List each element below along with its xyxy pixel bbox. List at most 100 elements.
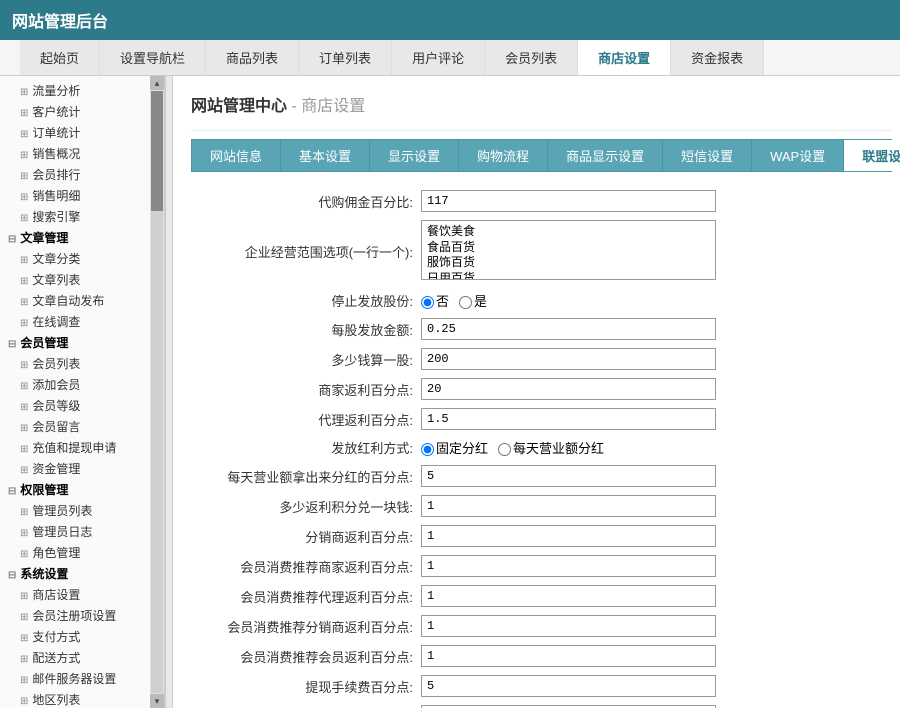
topnav-item-7[interactable]: 资金报表 xyxy=(671,40,764,75)
text-input-10[interactable] xyxy=(421,525,716,547)
form-row-6: 代理返利百分点: xyxy=(191,408,892,430)
tab-5[interactable]: 短信设置 xyxy=(663,140,752,171)
form-control-8 xyxy=(421,465,892,487)
scroll-down-arrow[interactable]: ▾ xyxy=(150,694,164,708)
sidebar-item-2[interactable]: 订单统计 xyxy=(0,122,164,143)
tab-2[interactable]: 显示设置 xyxy=(370,140,459,171)
sidebar-item-18[interactable]: 资金管理 xyxy=(0,458,164,479)
tab-4[interactable]: 商品显示设置 xyxy=(548,140,663,171)
tab-1[interactable]: 基本设置 xyxy=(281,140,370,171)
settings-tabs: 网站信息基本设置显示设置购物流程商品显示设置短信设置WAP设置联盟设置 xyxy=(191,139,892,172)
sidebar-item-13[interactable]: 会员列表 xyxy=(0,353,164,374)
text-input-9[interactable] xyxy=(421,495,716,517)
radio-label-7-1[interactable]: 每天营业额分红 xyxy=(498,441,604,456)
tab-0[interactable]: 网站信息 xyxy=(192,140,281,171)
text-input-13[interactable] xyxy=(421,615,716,637)
form-control-7: 固定分红每天营业额分红 xyxy=(421,438,892,457)
form-control-1 xyxy=(421,220,892,283)
sidebar-item-17[interactable]: 充值和提现申请 xyxy=(0,437,164,458)
form-label-12: 会员消费推荐代理返利百分点: xyxy=(191,587,421,606)
topnav-item-2[interactable]: 商品列表 xyxy=(206,40,299,75)
sidebar-item-28[interactable]: 邮件服务器设置 xyxy=(0,668,164,689)
form-row-11: 会员消费推荐商家返利百分点: xyxy=(191,555,892,577)
text-input-11[interactable] xyxy=(421,555,716,577)
scroll-track[interactable] xyxy=(151,91,163,693)
sidebar-item-3[interactable]: 销售概况 xyxy=(0,143,164,164)
text-input-0[interactable] xyxy=(421,190,716,212)
topnav-item-5[interactable]: 会员列表 xyxy=(485,40,578,75)
sidebar-item-4[interactable]: 会员排行 xyxy=(0,164,164,185)
scroll-up-arrow[interactable]: ▴ xyxy=(150,76,164,90)
sidebar-item-14[interactable]: 添加会员 xyxy=(0,374,164,395)
sidebar-item-21[interactable]: 管理员日志 xyxy=(0,521,164,542)
radio-2-0[interactable] xyxy=(421,296,434,309)
radio-7-0[interactable] xyxy=(421,443,434,456)
sidebar-item-22[interactable]: 角色管理 xyxy=(0,542,164,563)
settings-form: 代购佣金百分比:企业经营范围选项(一行一个):停止发放股份:否是每股发放金额:多… xyxy=(191,172,892,708)
sidebar-item-15[interactable]: 会员等级 xyxy=(0,395,164,416)
form-row-2: 停止发放股份:否是 xyxy=(191,291,892,310)
radio-label-2-1[interactable]: 是 xyxy=(459,294,487,309)
tab-6[interactable]: WAP设置 xyxy=(752,140,844,171)
sidebar-item-0[interactable]: 流量分析 xyxy=(0,80,164,101)
sidebar-item-8[interactable]: 文章分类 xyxy=(0,248,164,269)
radio-7-1[interactable] xyxy=(498,443,511,456)
radio-label-2-0[interactable]: 否 xyxy=(421,294,449,309)
form-label-4: 多少钱算一股: xyxy=(191,350,421,369)
text-input-6[interactable] xyxy=(421,408,716,430)
sidebar-item-5[interactable]: 销售明细 xyxy=(0,185,164,206)
form-row-3: 每股发放金额: xyxy=(191,318,892,340)
sidebar-item-1[interactable]: 客户统计 xyxy=(0,101,164,122)
tab-3[interactable]: 购物流程 xyxy=(459,140,548,171)
sidebar-group-23[interactable]: 系统设置 xyxy=(0,563,164,584)
text-input-3[interactable] xyxy=(421,318,716,340)
form-control-0 xyxy=(421,190,892,212)
form-control-12 xyxy=(421,585,892,607)
breadcrumb: 网站管理中心 - 商店设置 xyxy=(191,86,892,131)
form-row-4: 多少钱算一股: xyxy=(191,348,892,370)
sidebar-item-26[interactable]: 支付方式 xyxy=(0,626,164,647)
pane-divider[interactable] xyxy=(165,76,173,708)
form-control-4 xyxy=(421,348,892,370)
textarea-1[interactable] xyxy=(421,220,716,280)
sidebar-item-25[interactable]: 会员注册项设置 xyxy=(0,605,164,626)
sidebar-item-16[interactable]: 会员留言 xyxy=(0,416,164,437)
form-control-3 xyxy=(421,318,892,340)
form-label-14: 会员消费推荐会员返利百分点: xyxy=(191,647,421,666)
topnav-item-6[interactable]: 商店设置 xyxy=(578,40,671,75)
radio-2-1[interactable] xyxy=(459,296,472,309)
sidebar-group-19[interactable]: 权限管理 xyxy=(0,479,164,500)
form-label-1: 企业经营范围选项(一行一个): xyxy=(191,242,421,261)
text-input-5[interactable] xyxy=(421,378,716,400)
sidebar-item-27[interactable]: 配送方式 xyxy=(0,647,164,668)
sidebar-item-20[interactable]: 管理员列表 xyxy=(0,500,164,521)
sidebar-item-11[interactable]: 在线调查 xyxy=(0,311,164,332)
sidebar-group-12[interactable]: 会员管理 xyxy=(0,332,164,353)
sidebar-group-7[interactable]: 文章管理 xyxy=(0,227,164,248)
topnav-item-4[interactable]: 用户评论 xyxy=(392,40,485,75)
text-input-12[interactable] xyxy=(421,585,716,607)
form-control-2: 否是 xyxy=(421,291,892,310)
sidebar-item-10[interactable]: 文章自动发布 xyxy=(0,290,164,311)
sidebar-item-24[interactable]: 商店设置 xyxy=(0,584,164,605)
topnav-item-3[interactable]: 订单列表 xyxy=(299,40,392,75)
topnav-item-0[interactable]: 起始页 xyxy=(20,40,100,75)
text-input-8[interactable] xyxy=(421,465,716,487)
text-input-15[interactable] xyxy=(421,675,716,697)
radio-label-7-0[interactable]: 固定分红 xyxy=(421,441,488,456)
top-navigation: 起始页设置导航栏商品列表订单列表用户评论会员列表商店设置资金报表 xyxy=(0,40,900,76)
scroll-thumb[interactable] xyxy=(151,91,163,211)
text-input-4[interactable] xyxy=(421,348,716,370)
form-row-12: 会员消费推荐代理返利百分点: xyxy=(191,585,892,607)
text-input-14[interactable] xyxy=(421,645,716,667)
form-control-14 xyxy=(421,645,892,667)
sidebar-item-6[interactable]: 搜索引擎 xyxy=(0,206,164,227)
form-row-7: 发放红利方式:固定分红每天营业额分红 xyxy=(191,438,892,457)
form-control-6 xyxy=(421,408,892,430)
tab-7[interactable]: 联盟设置 xyxy=(844,140,900,171)
sidebar-item-29[interactable]: 地区列表 xyxy=(0,689,164,708)
topnav-item-1[interactable]: 设置导航栏 xyxy=(100,40,206,75)
sidebar-scrollbar[interactable]: ▴ ▾ xyxy=(150,76,164,708)
sidebar-item-9[interactable]: 文章列表 xyxy=(0,269,164,290)
sidebar: 流量分析客户统计订单统计销售概况会员排行销售明细搜索引擎文章管理文章分类文章列表… xyxy=(0,76,165,708)
